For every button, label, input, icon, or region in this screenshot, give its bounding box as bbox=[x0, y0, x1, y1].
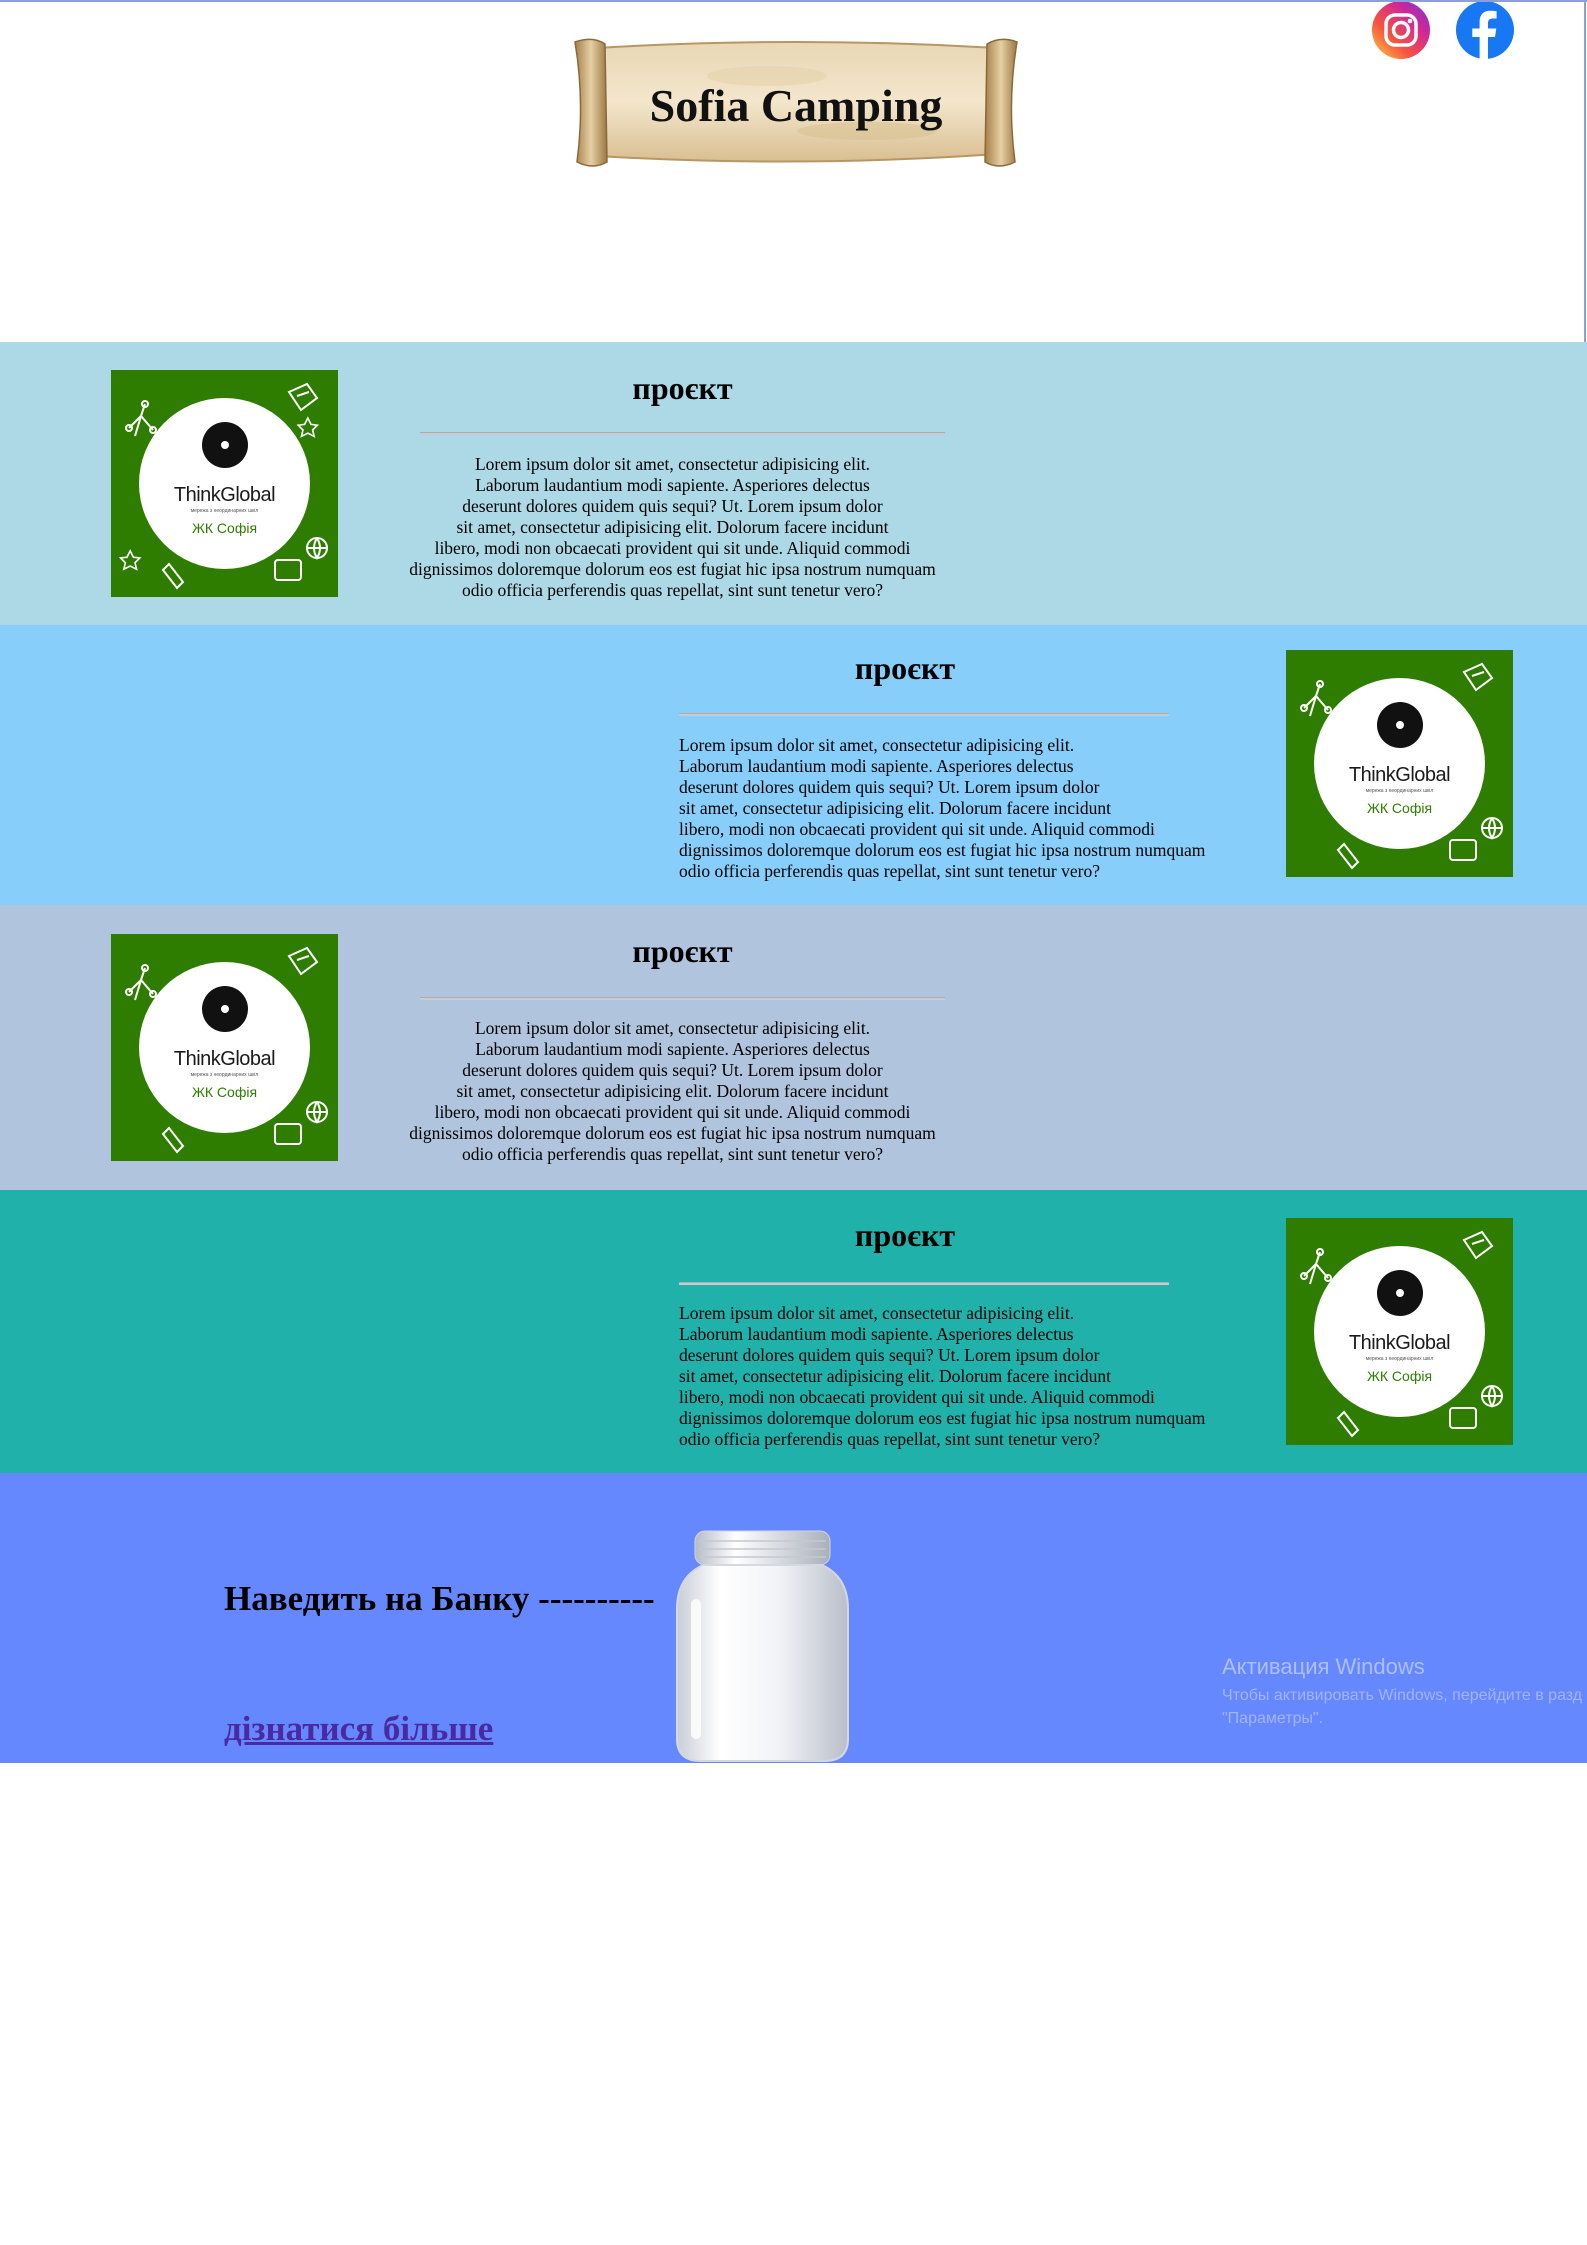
jar-hover-prompt: Наведить на Банку ---------- bbox=[224, 1579, 655, 1618]
vinyl-disc-icon bbox=[202, 422, 248, 468]
vinyl-disc-icon bbox=[202, 986, 248, 1032]
project-section-3: ThinkGlobal мережа з неординарних шкіл Ж… bbox=[0, 905, 1587, 1190]
logo-place: ЖК Софія bbox=[1366, 800, 1433, 816]
thinkglobal-logo: ThinkGlobal мережа з неординарних шкіл Ж… bbox=[111, 370, 338, 597]
title-divider bbox=[679, 1282, 1169, 1285]
logo-subtitle: мережа з неординарних шкіл bbox=[190, 1072, 259, 1078]
title-scroll: Sofia Camping bbox=[567, 36, 1025, 170]
project-description: Lorem ipsum dolor sit amet, consectetur … bbox=[679, 1303, 1206, 1449]
instagram-link[interactable] bbox=[1371, 0, 1431, 60]
jar-icon bbox=[676, 1530, 849, 1762]
logo-place: ЖК Софія bbox=[191, 520, 258, 536]
logo-place: ЖК Софія bbox=[1366, 1368, 1433, 1384]
thinkglobal-logo: ThinkGlobal мережа з неординарних шкіл Ж… bbox=[111, 934, 338, 1161]
jar-section: Наведить на Банку ---------- дізнатися б… bbox=[0, 1473, 1587, 1763]
project-description: Lorem ipsum dolor sit amet, consectetur … bbox=[409, 1018, 936, 1164]
project-section-2: проєкт Lorem ipsum dolor sit amet, conse… bbox=[0, 625, 1587, 905]
logo-brand: ThinkGlobal bbox=[1348, 1332, 1451, 1354]
project-description: Lorem ipsum dolor sit amet, consectetur … bbox=[679, 735, 1206, 881]
window-top-border bbox=[0, 0, 1587, 2]
title-divider bbox=[420, 432, 945, 435]
jar-hover-target[interactable] bbox=[675, 1529, 850, 1764]
logo-brand: ThinkGlobal bbox=[173, 484, 276, 506]
logo-subtitle: мережа з неординарних шкіл bbox=[190, 508, 259, 514]
windows-activation-text: Чтобы активировать Windows, перейдите в … bbox=[1222, 1687, 1583, 1727]
learn-more-link[interactable]: дізнатися більше bbox=[224, 1709, 493, 1749]
vinyl-disc-icon bbox=[1377, 1270, 1423, 1316]
logo-subtitle: мережа з неординарних шкіл bbox=[1365, 1356, 1434, 1362]
header: Sofia Camping bbox=[0, 0, 1587, 342]
logo-brand: ThinkGlobal bbox=[1348, 764, 1451, 786]
windows-activation-title: Активация Windows bbox=[1222, 1654, 1425, 1679]
project-section-1: ThinkGlobal мережа з неординарних шкіл Ж… bbox=[0, 342, 1587, 625]
title-divider bbox=[420, 997, 945, 1000]
vinyl-disc-icon bbox=[1377, 702, 1423, 748]
logo-subtitle: мережа з неординарних шкіл bbox=[1365, 788, 1434, 794]
project-title: проєкт bbox=[632, 933, 733, 969]
thinkglobal-logo: ThinkGlobal мережа з неординарних шкіл Ж… bbox=[1286, 650, 1513, 877]
window-right-border bbox=[1584, 0, 1586, 345]
facebook-icon bbox=[1456, 1, 1514, 60]
logo-place: ЖК Софія bbox=[191, 1084, 258, 1100]
project-section-4: проєкт Lorem ipsum dolor sit amet, conse… bbox=[0, 1190, 1587, 1473]
project-title: проєкт bbox=[854, 1217, 956, 1253]
project-description: Lorem ipsum dolor sit amet, consectetur … bbox=[409, 454, 936, 600]
logo-brand: ThinkGlobal bbox=[173, 1048, 276, 1070]
thinkglobal-logo: ThinkGlobal мережа з неординарних шкіл Ж… bbox=[1286, 1218, 1513, 1445]
project-title: проєкт bbox=[632, 370, 733, 406]
facebook-link[interactable] bbox=[1455, 0, 1515, 60]
instagram-icon bbox=[1372, 1, 1430, 59]
project-title: проєкт bbox=[854, 650, 956, 686]
title-divider bbox=[679, 713, 1169, 716]
site-title: Sofia Camping bbox=[649, 79, 943, 131]
